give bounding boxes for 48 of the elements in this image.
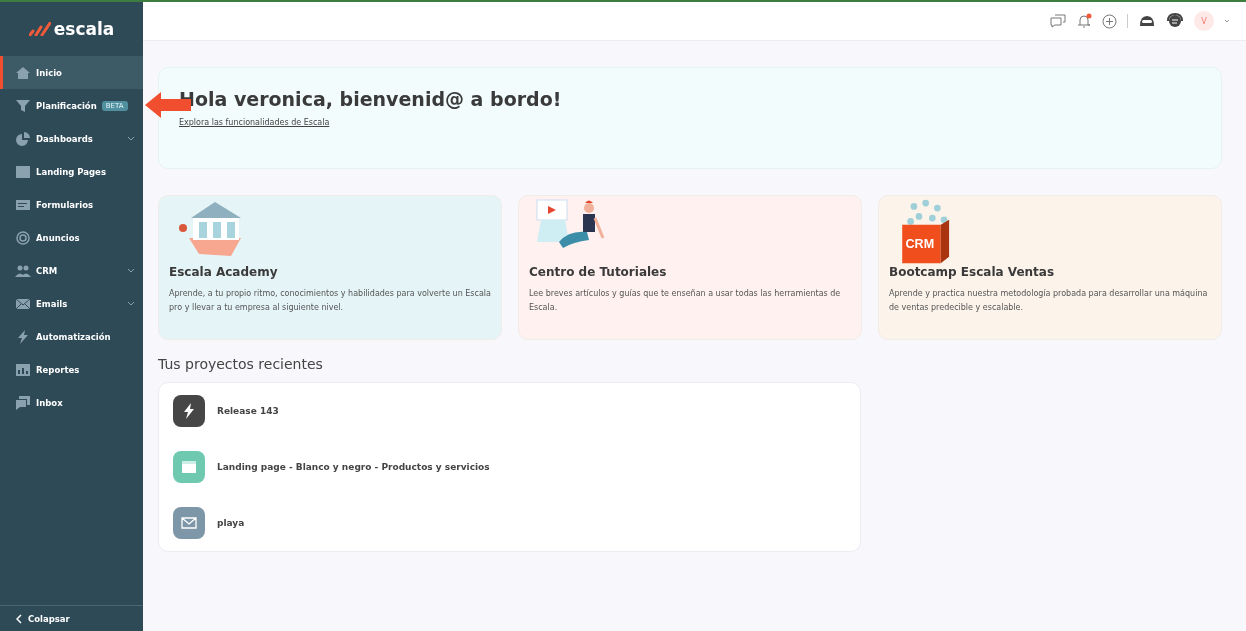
chat-icon [15,395,31,410]
card-description: Lee breves artículos y guías que te enseñan a usar todas las herramientas de Escala. [529,288,842,314]
sidebar-item[interactable]: Anuncios [0,221,143,254]
filter-icon [15,98,31,113]
sidebar-item[interactable]: CRM [0,254,143,287]
card-title: Escala Academy [169,265,279,279]
home-icon [15,65,31,80]
project-name[interactable]: Landing page - Blanco y negro - Productos y servicios [217,462,490,472]
sidebar-item[interactable]: Inicio [0,56,143,89]
card-description: Aprende y practica nuestra metodología probada para desarrollar una máquina de ventas predecible y escalable. [889,288,1209,314]
plus-circle-icon[interactable] [1102,13,1117,29]
mail-icon [15,296,31,311]
features-link[interactable]: Explora las funcionalidades de Escala [179,118,330,127]
card-title: Bootcamp Escala Ventas [889,265,1056,279]
robot-icon[interactable] [1138,15,1156,27]
card-title: Centro de Tutoriales [529,265,668,279]
sidebar-item[interactable]: Dashboards [0,122,143,155]
resource-card[interactable]: Escala Academy Aprende, a tu propio ritmo, conocimientos y habilidades para volverte un Escala pro y llevar a tu empresa al siguiente nivel. [158,195,502,340]
bolt-icon [15,329,31,344]
logo-icon [28,22,51,36]
resource-card[interactable]: CRM Bootcamp Escala Ventas Aprende y practica nuestra metodología probada para desarrollar una máquina de ventas predecible y escalable. [878,195,1222,340]
chat-icon[interactable] [1050,14,1066,28]
support-icon[interactable] [1166,13,1184,29]
chevron-down-icon [127,301,135,306]
chart-icon [15,362,31,377]
logo-text: escala [53,19,115,39]
chevron-down-icon [127,268,135,273]
resource-card[interactable]: Centro de Tutoriales Lee breves artículos y guías que te enseñan a usar todas las herramientas de Escala. [518,195,862,340]
bell-icon[interactable] [1076,13,1092,29]
target-icon [15,230,31,245]
form-icon [15,197,31,212]
people-icon [15,263,31,278]
sidebar-item[interactable]: Landing Pages [0,155,143,188]
project-name[interactable]: playa [217,518,245,528]
sidebar-item[interactable]: Formularios [0,188,143,221]
sidebar-item[interactable]: Inbox [0,386,143,419]
crm-label: CRM [905,237,935,252]
caret-icon[interactable] [1224,19,1230,23]
pie-icon [15,131,31,146]
project-name[interactable]: Release 143 [217,406,279,416]
sidebar-item[interactable]: Automatización [0,320,143,353]
chevron-left-icon [16,613,22,624]
card-description: Aprende, a tu propio ritmo, conocimientos y habilidades para volverte un Escala pro y llevar a tu empresa al siguiente nivel. [169,288,491,314]
page-icon [15,164,31,179]
chevron-down-icon [127,136,135,141]
section-title: Tus proyectos recientes [158,356,324,372]
sidebar-item[interactable]: Emails [0,287,143,320]
sidebar-item[interactable]: Reportes [0,353,143,386]
